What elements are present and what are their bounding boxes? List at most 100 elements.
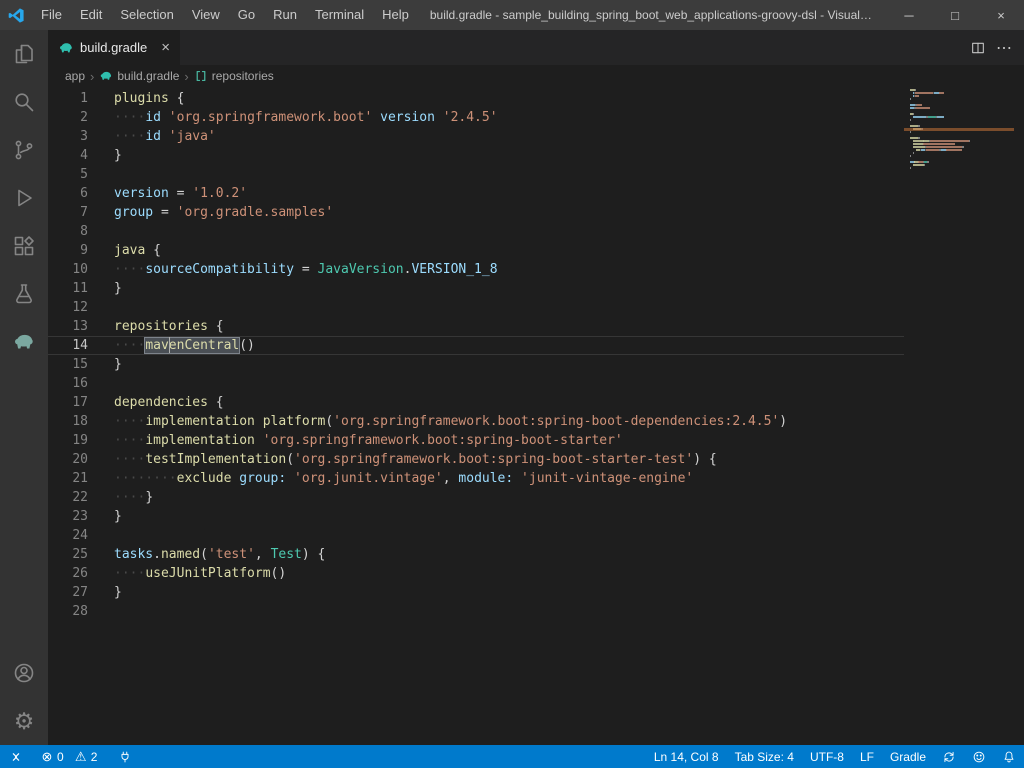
activity-item-gradle[interactable] bbox=[0, 318, 48, 366]
code-line[interactable]: 15} bbox=[48, 355, 904, 374]
code-line[interactable]: 9java { bbox=[48, 241, 904, 260]
more-actions-icon[interactable]: ⋯ bbox=[996, 40, 1012, 56]
code-line[interactable]: 10····sourceCompatibility = JavaVersion.… bbox=[48, 260, 904, 279]
line-number[interactable]: 4 bbox=[48, 146, 88, 165]
status-tab-size[interactable]: Tab Size: 4 bbox=[727, 745, 802, 768]
code-line[interactable]: 7group = 'org.gradle.samples' bbox=[48, 203, 904, 222]
activity-item-explorer[interactable] bbox=[0, 30, 48, 78]
status-label: Ln 14, Col 8 bbox=[654, 750, 719, 764]
menu-view[interactable]: View bbox=[183, 0, 229, 30]
code-line[interactable]: 3····id 'java' bbox=[48, 127, 904, 146]
menu-run[interactable]: Run bbox=[264, 0, 306, 30]
line-number[interactable]: 27 bbox=[48, 583, 88, 602]
line-number[interactable]: 17 bbox=[48, 393, 88, 412]
code-line[interactable]: 22····} bbox=[48, 488, 904, 507]
line-content: ········exclude group: 'org.junit.vintag… bbox=[114, 469, 693, 488]
menu-edit[interactable]: Edit bbox=[71, 0, 111, 30]
code-line[interactable]: 2····id 'org.springframework.boot' versi… bbox=[48, 108, 904, 127]
status-remote[interactable] bbox=[0, 745, 32, 768]
line-number[interactable]: 20 bbox=[48, 450, 88, 469]
code-line[interactable]: 26····useJUnitPlatform() bbox=[48, 564, 904, 583]
code-line[interactable]: 14····mavenCentral() bbox=[48, 336, 904, 355]
code-line[interactable]: 27} bbox=[48, 583, 904, 602]
breadcrumb-item-repositories[interactable]: repositories bbox=[194, 69, 274, 83]
code-line[interactable]: 24 bbox=[48, 526, 904, 545]
activity-item-source-control[interactable] bbox=[0, 126, 48, 174]
line-number[interactable]: 2 bbox=[48, 108, 88, 127]
code-line[interactable]: 8 bbox=[48, 222, 904, 241]
activity-item-search[interactable] bbox=[0, 78, 48, 126]
line-number[interactable]: 10 bbox=[48, 260, 88, 279]
minimap[interactable] bbox=[910, 89, 1010, 173]
tab-label: build.gradle bbox=[80, 40, 147, 55]
line-number[interactable]: 11 bbox=[48, 279, 88, 298]
status-language-mode[interactable]: Gradle bbox=[882, 745, 934, 768]
vertical-scrollbar[interactable] bbox=[1010, 87, 1024, 745]
menu-terminal[interactable]: Terminal bbox=[306, 0, 373, 30]
status-sync[interactable] bbox=[934, 745, 964, 768]
line-number[interactable]: 16 bbox=[48, 374, 88, 393]
line-number[interactable]: 9 bbox=[48, 241, 88, 260]
activity-item-run-and-debug[interactable] bbox=[0, 174, 48, 222]
line-number[interactable]: 12 bbox=[48, 298, 88, 317]
code-line[interactable]: 12 bbox=[48, 298, 904, 317]
status-encoding[interactable]: UTF-8 bbox=[802, 745, 852, 768]
line-number[interactable]: 19 bbox=[48, 431, 88, 450]
line-number[interactable]: 5 bbox=[48, 165, 88, 184]
code-line[interactable]: 25tasks.named('test', Test) { bbox=[48, 545, 904, 564]
status-run-task[interactable] bbox=[110, 745, 140, 768]
line-number[interactable]: 8 bbox=[48, 222, 88, 241]
tab-build.gradle[interactable]: build.gradle × bbox=[48, 30, 181, 65]
code-line[interactable]: 19····implementation 'org.springframewor… bbox=[48, 431, 904, 450]
code-line[interactable]: 23} bbox=[48, 507, 904, 526]
line-number[interactable]: 25 bbox=[48, 545, 88, 564]
menu-go[interactable]: Go bbox=[229, 0, 264, 30]
code-line[interactable]: 18····implementation platform('org.sprin… bbox=[48, 412, 904, 431]
line-number[interactable]: 26 bbox=[48, 564, 88, 583]
code-line[interactable]: 28 bbox=[48, 602, 904, 621]
line-number[interactable]: 6 bbox=[48, 184, 88, 203]
breadcrumb-item-build.gradle[interactable]: build.gradle bbox=[99, 69, 179, 83]
minimize-button[interactable]: ─ bbox=[886, 0, 932, 30]
line-number[interactable]: 3 bbox=[48, 127, 88, 146]
line-number[interactable]: 24 bbox=[48, 526, 88, 545]
code-line[interactable]: 4} bbox=[48, 146, 904, 165]
line-number[interactable]: 15 bbox=[48, 355, 88, 374]
code-line[interactable]: 21 ········exclude group: 'org.junit.vint… bbox=[48, 469, 904, 488]
activity-item-manage[interactable]: ⚙ bbox=[0, 697, 48, 745]
code-line[interactable]: 17dependencies { bbox=[48, 393, 904, 412]
activity-item-accounts[interactable] bbox=[0, 649, 48, 697]
line-number[interactable]: 22 bbox=[48, 488, 88, 507]
breadcrumb-item-app[interactable]: app bbox=[65, 69, 85, 83]
activity-item-extensions[interactable] bbox=[0, 222, 48, 270]
line-number[interactable]: 23 bbox=[48, 507, 88, 526]
menu-selection[interactable]: Selection bbox=[111, 0, 182, 30]
status-cursor-position[interactable]: Ln 14, Col 8 bbox=[646, 745, 727, 768]
tab-close-icon[interactable]: × bbox=[153, 40, 170, 55]
activity-item-testing[interactable] bbox=[0, 270, 48, 318]
code-line[interactable]: 1plugins { bbox=[48, 89, 904, 108]
code-line[interactable]: 16 bbox=[48, 374, 904, 393]
code-line[interactable]: 5 bbox=[48, 165, 904, 184]
status-notifications[interactable] bbox=[994, 745, 1024, 768]
status-problems[interactable]: ⊗0⚠2 bbox=[32, 745, 110, 768]
status-eol[interactable]: LF bbox=[852, 745, 882, 768]
maximize-button[interactable]: □ bbox=[932, 0, 978, 30]
menu-help[interactable]: Help bbox=[373, 0, 418, 30]
line-number[interactable]: 1 bbox=[48, 89, 88, 108]
line-number[interactable]: 18 bbox=[48, 412, 88, 431]
line-number[interactable]: 7 bbox=[48, 203, 88, 222]
activity-bar: ⚙ bbox=[0, 30, 48, 745]
line-number[interactable]: 21 bbox=[48, 469, 88, 488]
menu-file[interactable]: File bbox=[32, 0, 71, 30]
code-line[interactable]: 6version = '1.0.2' bbox=[48, 184, 904, 203]
line-number[interactable]: 28 bbox=[48, 602, 88, 621]
code-line[interactable]: 11} bbox=[48, 279, 904, 298]
line-number[interactable]: 14 bbox=[48, 336, 88, 355]
code-line[interactable]: 20····testImplementation('org.springfram… bbox=[48, 450, 904, 469]
status-feedback[interactable] bbox=[964, 745, 994, 768]
close-button[interactable]: × bbox=[978, 0, 1024, 30]
split-editor-icon[interactable] bbox=[970, 40, 986, 56]
code-line[interactable]: 13repositories { bbox=[48, 317, 904, 336]
line-number[interactable]: 13 bbox=[48, 317, 88, 336]
